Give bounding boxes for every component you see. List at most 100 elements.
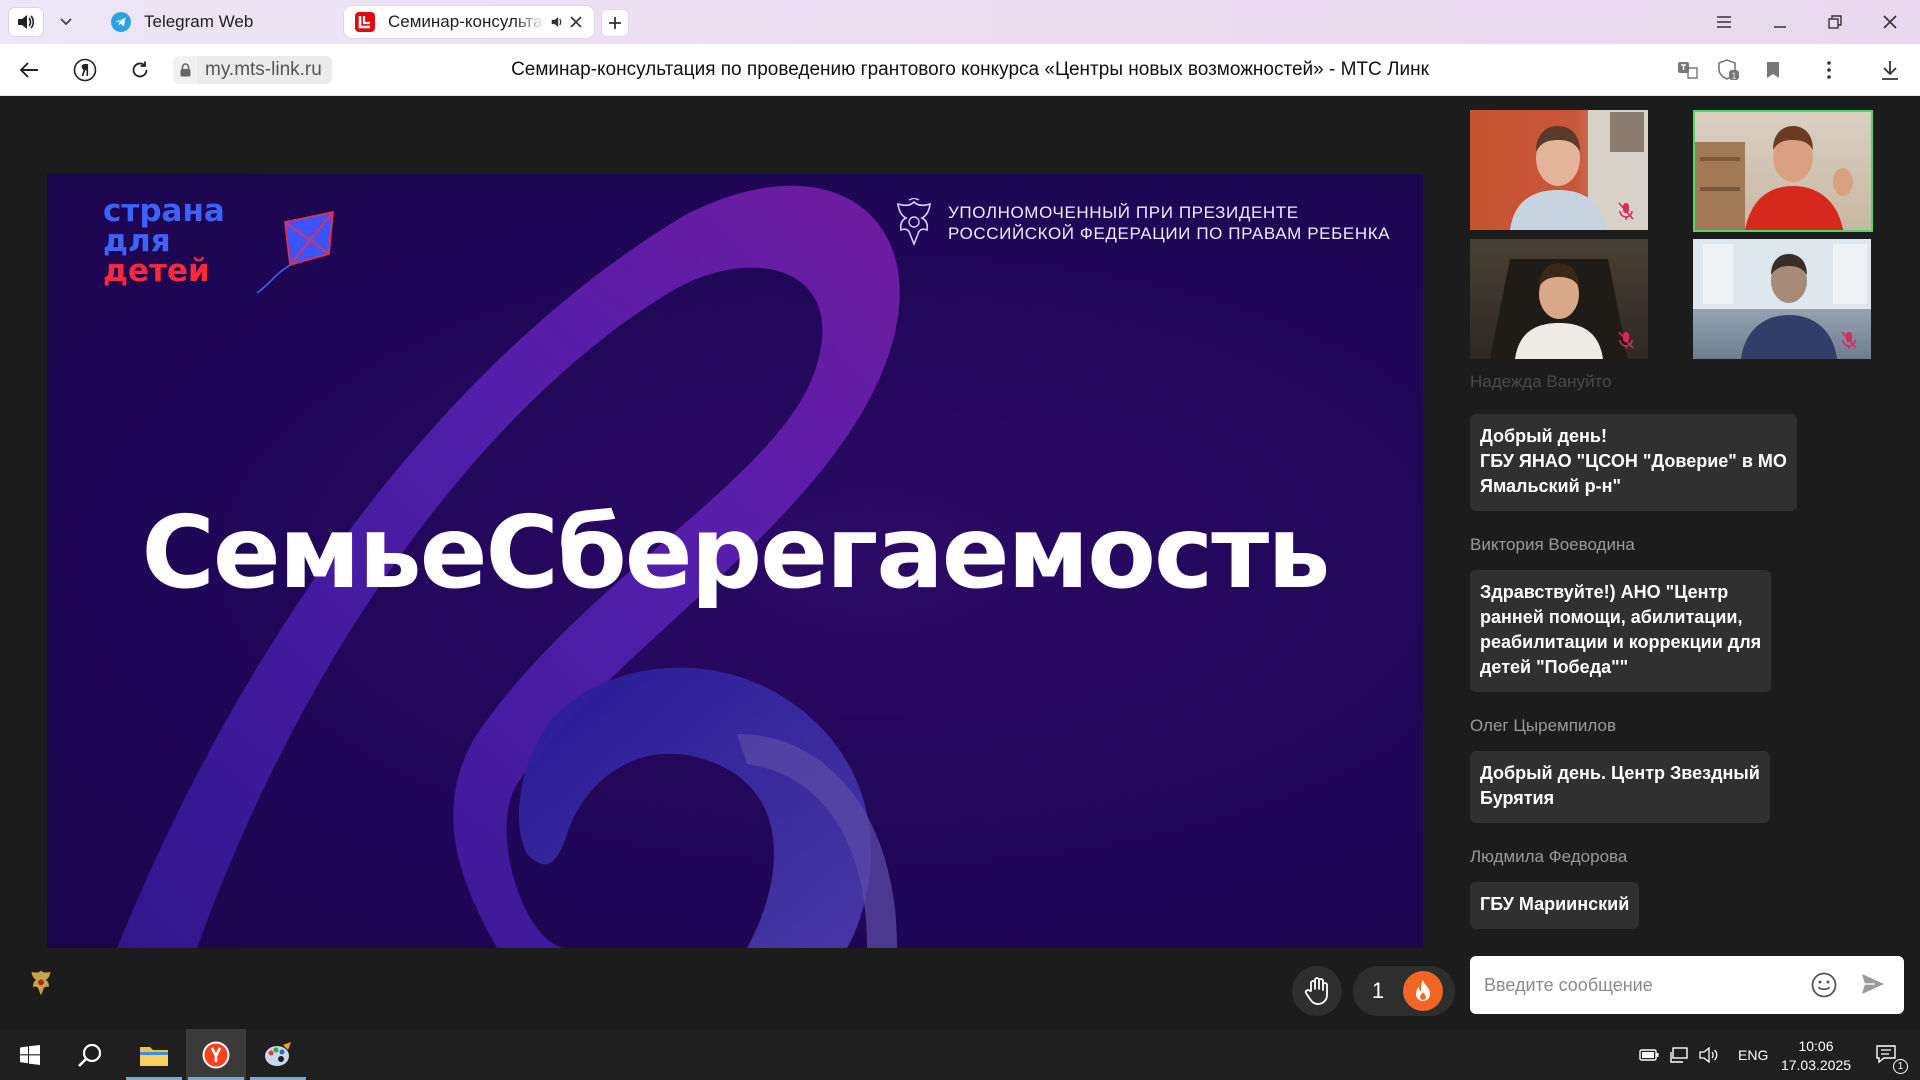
search-icon bbox=[78, 1043, 102, 1067]
chat-author: Олег Цыремпилов bbox=[1470, 716, 1617, 735]
organizer-emblem-icon bbox=[31, 970, 51, 996]
taskbar-paint-app[interactable] bbox=[248, 1029, 308, 1080]
taskbar-file-explorer[interactable] bbox=[124, 1029, 184, 1080]
kite-icon bbox=[256, 210, 334, 294]
windows-icon bbox=[20, 1044, 40, 1065]
folder-icon bbox=[140, 1046, 168, 1066]
close-window-button[interactable] bbox=[1868, 0, 1912, 44]
system-clock[interactable]: 10:06 17.03.2025 bbox=[1772, 1037, 1860, 1075]
mts-link-icon bbox=[354, 11, 376, 33]
browser-tab-bar: Telegram Web Семинар-консультация bbox=[0, 0, 1920, 44]
download-icon bbox=[1882, 61, 1898, 80]
chat-author: Надежда Вануйто bbox=[1470, 372, 1612, 391]
svg-text:1: 1 bbox=[1732, 72, 1737, 81]
send-icon bbox=[1862, 974, 1884, 994]
presentation-slide: страна для детей УПОЛНОМОЧЕННЫЙ ПРИ ПРЕЗ… bbox=[47, 174, 1423, 948]
tab-label: Семинар-консультация bbox=[388, 12, 545, 31]
reload-button[interactable] bbox=[124, 54, 156, 86]
tab-audio-icon[interactable] bbox=[551, 16, 564, 28]
protect-button[interactable]: 1 bbox=[1713, 54, 1745, 86]
system-tray: ENG bbox=[1636, 1029, 1768, 1080]
telegram-icon bbox=[110, 11, 132, 33]
minimize-icon bbox=[1774, 26, 1786, 28]
bookmark-icon bbox=[1767, 62, 1779, 78]
chat-bubble: Добрый день! ГБУ ЯНАО "ЦСОН "Доверие" в … bbox=[1470, 414, 1797, 511]
url-field[interactable]: my.mts-link.ru bbox=[173, 56, 332, 84]
yandex-browser-icon bbox=[202, 1041, 230, 1068]
input-language[interactable]: ENG bbox=[1738, 1047, 1768, 1063]
send-button[interactable] bbox=[1860, 971, 1886, 1002]
participant-video-1[interactable] bbox=[1470, 110, 1648, 230]
participant-video-3[interactable] bbox=[1470, 239, 1648, 359]
network-icon[interactable] bbox=[1666, 1046, 1692, 1063]
yandex-home-button[interactable] bbox=[69, 54, 101, 86]
ombudsman-line-1: УПОЛНОМОЧЕННЫЙ ПРИ ПРЕЗИДЕНТЕ bbox=[948, 203, 1299, 222]
chat-bubble: ГБУ Мариинский bbox=[1470, 882, 1640, 929]
tab-audio-button[interactable] bbox=[8, 7, 44, 37]
chat-author: Виктория Воеводина bbox=[1470, 535, 1635, 554]
yandex-icon bbox=[73, 58, 97, 82]
chat-message-input[interactable] bbox=[1484, 956, 1804, 1014]
mic-off-icon bbox=[1618, 331, 1634, 349]
restore-button[interactable] bbox=[1813, 0, 1857, 44]
bookmark-button[interactable] bbox=[1757, 54, 1789, 86]
tab-list-button[interactable] bbox=[48, 7, 84, 37]
fire-reaction-button[interactable] bbox=[1403, 971, 1443, 1011]
ombudsman-line-2: РОССИЙСКОЙ ФЕДЕРАЦИИ ПО ПРАВАМ РЕБЕНКА bbox=[948, 224, 1391, 243]
chat-bubble: Здравствуйте!) АНО "Центр ранней помощи,… bbox=[1470, 570, 1772, 692]
minimize-button[interactable] bbox=[1758, 0, 1802, 44]
more-button[interactable] bbox=[1813, 54, 1845, 86]
webinar-room: страна для детей УПОЛНОМОЧЕННЫЙ ПРИ ПРЕЗ… bbox=[0, 96, 1920, 1029]
chat-panel[interactable]: Надежда Вануйто Добрый день! ГБУ ЯНАО "Ц… bbox=[1470, 372, 1910, 952]
tab-seminar[interactable]: Семинар-консультация bbox=[344, 6, 594, 38]
chat-input-box bbox=[1470, 956, 1904, 1014]
hand-icon bbox=[1304, 977, 1328, 1005]
lock-icon bbox=[173, 56, 197, 84]
shield-badge-icon: 1 bbox=[1718, 59, 1739, 81]
chat-author: Людмила Федорова bbox=[1470, 847, 1628, 866]
chevron-down-icon bbox=[60, 18, 72, 26]
plus-icon bbox=[609, 17, 621, 29]
tab-close-icon[interactable] bbox=[570, 16, 582, 28]
hamburger-icon bbox=[1717, 16, 1731, 28]
browser-menu-button[interactable] bbox=[1702, 0, 1746, 44]
battery-icon[interactable] bbox=[1636, 1048, 1662, 1061]
tab-label: Telegram Web bbox=[144, 12, 254, 31]
reaction-count: 1 bbox=[1371, 978, 1385, 1003]
translate-icon bbox=[1678, 62, 1698, 79]
downloads-button[interactable] bbox=[1874, 54, 1906, 86]
back-button[interactable] bbox=[13, 54, 45, 86]
new-tab-button[interactable] bbox=[601, 9, 629, 37]
search-button[interactable] bbox=[60, 1029, 120, 1080]
reload-icon bbox=[132, 61, 148, 78]
slide-title: СемьеСберегаемость bbox=[141, 494, 1331, 611]
volume-icon[interactable] bbox=[1696, 1046, 1722, 1063]
chat-message: Олег Цыремпилов Добрый день. Центр Звезд… bbox=[1470, 716, 1910, 823]
page-title: Семинар-консультация по проведению грант… bbox=[511, 59, 1429, 80]
clock-date: 17.03.2025 bbox=[1780, 1057, 1852, 1073]
taskbar-yandex-browser[interactable] bbox=[186, 1029, 246, 1080]
translate-button[interactable] bbox=[1672, 54, 1704, 86]
start-button[interactable] bbox=[0, 1029, 60, 1080]
emoji-button[interactable] bbox=[1810, 971, 1838, 1004]
mic-off-icon bbox=[1841, 331, 1857, 349]
reaction-pill[interactable]: 1 bbox=[1353, 966, 1455, 1016]
notification-center-button[interactable]: 1 bbox=[1862, 1029, 1912, 1080]
restore-icon bbox=[1828, 15, 1842, 29]
arrow-left-icon bbox=[19, 62, 38, 78]
address-bar: my.mts-link.ru Семинар-консультация по п… bbox=[0, 44, 1920, 96]
chat-message: Виктория Воеводина Здравствуйте!) АНО "Ц… bbox=[1470, 535, 1910, 692]
chat-bubble: Добрый день. Центр Звездный Бурятия bbox=[1470, 751, 1770, 823]
ombudsman-header: УПОЛНОМОЧЕННЫЙ ПРИ ПРЕЗИДЕНТЕ РОССИЙСКОЙ… bbox=[892, 198, 1390, 248]
participant-video-4[interactable] bbox=[1693, 239, 1871, 359]
notification-count: 1 bbox=[1893, 1059, 1908, 1074]
chat-message: Людмила Федорова ГБУ Мариинский bbox=[1470, 847, 1910, 929]
close-icon bbox=[1883, 15, 1897, 29]
participant-video-2-active-speaker[interactable] bbox=[1693, 110, 1873, 232]
smiley-icon bbox=[1811, 972, 1837, 998]
raise-hand-button[interactable] bbox=[1292, 966, 1342, 1016]
tab-telegram[interactable]: Telegram Web bbox=[100, 6, 340, 38]
kebab-icon bbox=[1827, 61, 1831, 79]
speaker-icon bbox=[18, 15, 35, 29]
chat-message: Добрый день! ГБУ ЯНАО "ЦСОН "Доверие" в … bbox=[1470, 392, 1910, 511]
